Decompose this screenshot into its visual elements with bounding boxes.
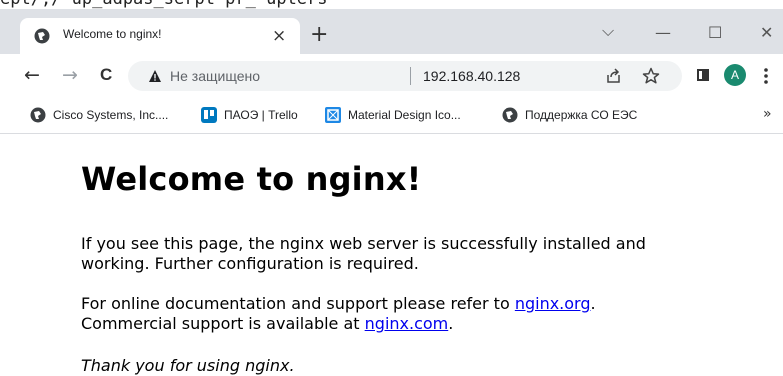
bookmarks-overflow-icon[interactable]: » [763,106,772,122]
back-icon[interactable]: ← [24,65,40,85]
clipped-top-text: ept/,/ up_adpas_serpt pr_ upters [0,0,783,9]
intro-paragraph: If you see this page, the nginx web serv… [81,234,721,274]
clipped-top-text-content: ept/,/ up_adpas_serpt pr_ upters [0,0,328,8]
bookmark-label: ПАОЭ | Trello [224,108,298,122]
intro-line-1: If you see this page, the nginx web serv… [81,234,646,253]
globe-icon [502,107,518,123]
docs-punct: . [590,294,596,313]
globe-icon [30,107,46,123]
nginx-com-link[interactable]: nginx.com [365,314,449,333]
tab-title: Welcome to nginx! [63,27,162,41]
tab-search-icon[interactable]: ⌵ [602,21,614,41]
bookmark-label: Material Design Ico... [348,108,461,122]
security-status[interactable]: Не защищено [170,68,260,84]
address-separator [410,67,411,85]
bookmarks-bar: Cisco Systems, Inc.... ПАОЭ | Trello Mat… [0,98,783,134]
minimize-icon[interactable]: — [655,23,671,42]
new-tab-button[interactable]: + [310,24,328,46]
warning-icon[interactable] [148,69,162,83]
side-panel-icon[interactable] [697,69,709,81]
address-bar[interactable]: Не защищено 192.168.40.128 [128,61,682,91]
url-text[interactable]: 192.168.40.128 [423,68,520,84]
commercial-punct: . [448,314,454,333]
close-window-icon[interactable]: ✕ [760,23,773,42]
trello-icon [201,107,217,123]
intro-line-2: working. Further configuration is requir… [81,254,419,273]
page-heading: Welcome to nginx! [81,160,422,198]
commercial-text: Commercial support is available at [81,314,365,333]
docs-text: For online documentation and support ple… [81,294,515,313]
bookmark-star-icon[interactable] [642,67,660,85]
bookmark-label: Поддержка СО ЕЭС [525,108,638,122]
browser-titlebar: Welcome to nginx! × + ⌵ — ☐ ✕ [0,9,783,54]
maximize-icon[interactable]: ☐ [708,23,722,42]
thanks-text: Thank you for using nginx. [81,356,295,375]
menu-icon[interactable] [764,68,768,84]
nginx-org-link[interactable]: nginx.org [515,294,591,313]
reload-icon[interactable]: C [100,65,112,85]
page-content: Welcome to nginx! If you see this page, … [0,134,783,375]
tab-welcome-to-nginx[interactable]: Welcome to nginx! × [20,18,300,54]
globe-icon [34,28,50,44]
browser-toolbar: ← → C Не защищено 192.168.40.128 A [0,54,783,98]
bookmark-label: Cisco Systems, Inc.... [53,108,169,122]
profile-avatar[interactable]: A [724,64,746,86]
tab-close-icon[interactable]: × [272,27,286,45]
forward-icon[interactable]: → [62,65,78,85]
share-icon[interactable] [606,68,622,84]
material-icon [325,107,341,123]
docs-paragraph: For online documentation and support ple… [81,294,721,334]
